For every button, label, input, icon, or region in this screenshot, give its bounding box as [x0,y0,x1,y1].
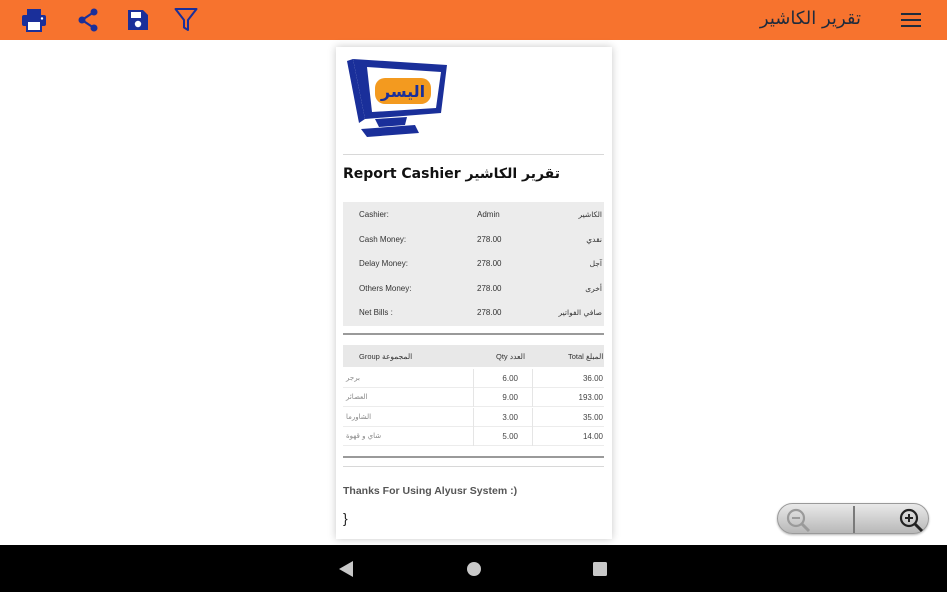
group-total: 36.00 [582,374,603,383]
divider [343,456,604,458]
summary-label-en: Cashier: [359,210,389,219]
home-icon[interactable] [466,561,482,582]
summary-label-ar: آجل [589,259,602,268]
summary-value: Admin [477,210,500,219]
summary-value: 278.00 [477,259,502,268]
col-total: Total المبلغ [568,352,604,361]
summary-label-ar: الكاشير [578,210,602,219]
app-bar: تقرير الكاشير [0,0,947,40]
save-icon[interactable] [124,6,152,34]
svg-text:اليسر: اليسر [380,82,425,101]
summary-value: 278.00 [477,284,502,293]
divider [343,466,604,467]
summary-row: Others Money: 278.00 أخرى [343,276,604,300]
summary-label-en: Cash Money: [359,235,407,244]
group-total: 193.00 [578,393,603,402]
group-qty: 6.00 [473,369,533,388]
zoom-in-icon[interactable] [898,507,924,533]
back-icon[interactable] [338,560,354,583]
summary-row: Cash Money: 278.00 نقدي [343,227,604,251]
groups-header: Group المجموعة Qty العدد Total المبلغ [343,345,604,367]
zoom-out-icon[interactable] [785,507,811,533]
company-logo: اليسر [345,57,449,139]
zoom-divider [853,506,855,533]
group-name: برجر [346,374,360,382]
col-group: Group المجموعة [359,352,413,361]
summary-row: Delay Money: 278.00 آجل [343,251,604,275]
table-row: الشاورما 3.00 35.00 [343,408,604,427]
zoom-control [777,503,929,534]
group-total: 14.00 [582,432,603,441]
summary-label-ar: صافي الفواتير [558,308,602,317]
group-qty: 5.00 [473,427,533,446]
page-title: تقرير الكاشير [759,8,861,29]
divider [343,333,604,335]
summary-label-en: Delay Money: [359,259,408,268]
system-nav-bar [0,545,947,592]
summary-table: Cashier: Admin الكاشير Cash Money: 278.0… [343,202,604,326]
group-name: الشاورما [346,413,372,421]
report-title: Report Cashier تقرير الكاشير [343,166,561,182]
col-qty: Qty العدد [496,352,526,361]
recents-icon[interactable] [592,561,608,582]
summary-value: 278.00 [477,308,502,317]
summary-row: Net Bills : 278.00 صافي الفواتير [343,300,604,324]
summary-label-ar: نقدي [586,235,602,244]
summary-label-ar: أخرى [585,284,602,293]
share-icon[interactable] [74,6,102,34]
summary-label-en: Others Money: [359,284,412,293]
divider [343,154,604,155]
print-icon[interactable] [20,6,48,34]
group-name: شاي و قهوة [346,432,382,440]
report-page: اليسر Report Cashier تقرير الكاشير Cashi… [336,47,612,539]
table-row: شاي و قهوة 5.00 14.00 [343,427,604,446]
thanks-message: Thanks For Using Alyusr System :) [343,485,518,497]
group-name: العصائر [346,393,368,401]
summary-value: 278.00 [477,235,502,244]
summary-label-en: Net Bills : [359,308,393,317]
table-row: برجر 6.00 36.00 [343,369,604,388]
group-total: 35.00 [582,413,603,422]
filter-icon[interactable] [172,6,200,34]
group-qty: 9.00 [473,388,533,407]
report-viewer[interactable]: اليسر Report Cashier تقرير الكاشير Cashi… [0,40,947,545]
table-row: العصائر 9.00 193.00 [343,388,604,407]
group-qty: 3.00 [473,408,533,427]
menu-icon[interactable] [897,6,925,34]
closing-brace: } [343,510,348,526]
summary-row: Cashier: Admin الكاشير [343,202,604,226]
